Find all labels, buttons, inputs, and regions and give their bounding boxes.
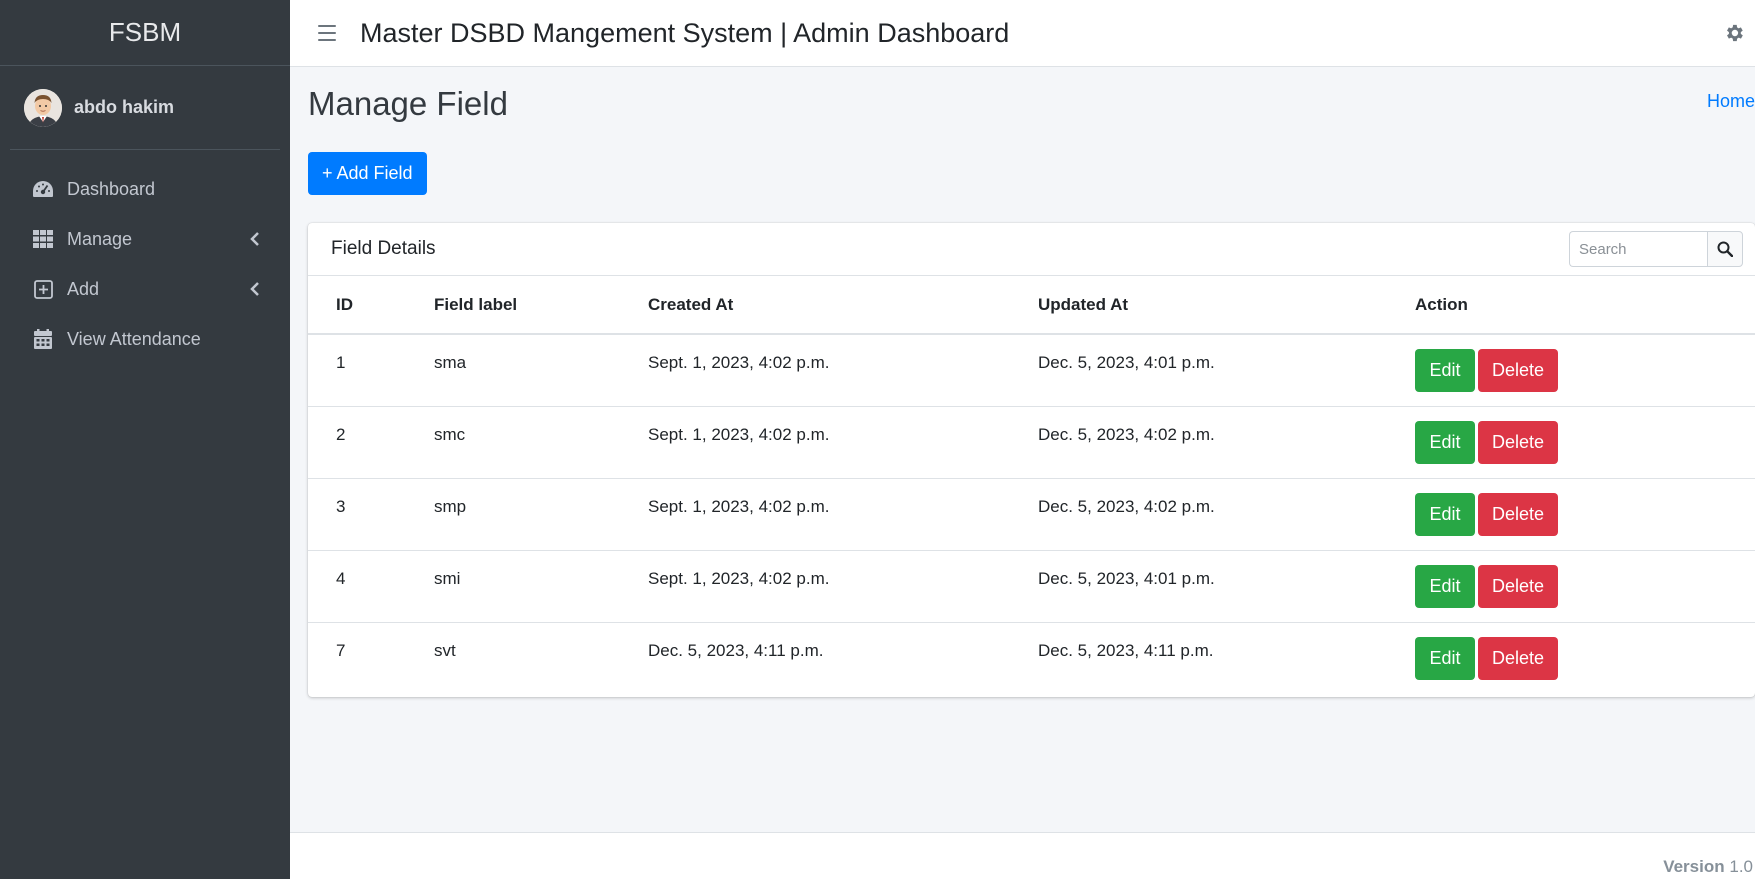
chevron-left-icon [248, 232, 262, 246]
cell-created-at: Sept. 1, 2023, 4:02 p.m. [648, 569, 830, 588]
edit-button[interactable]: Edit [1415, 348, 1475, 392]
sidebar-item-label: Dashboard [67, 178, 156, 199]
breadcrumb-home-link[interactable]: Home [1707, 91, 1755, 112]
main-content: Manage Field Home + Add Field Field Deta… [290, 67, 1755, 832]
column-header-created-at[interactable]: Created At [648, 276, 1038, 335]
cell-updated-at: Dec. 5, 2023, 4:01 p.m. [1038, 569, 1215, 588]
search-input[interactable] [1569, 231, 1707, 267]
delete-button[interactable]: Delete [1478, 348, 1558, 392]
table-row: 2 smc Sept. 1, 2023, 4:02 p.m. Dec. 5, 2… [308, 406, 1755, 479]
version-number: 1.0 [1729, 857, 1753, 876]
search-icon [1717, 241, 1733, 257]
delete-button[interactable]: Delete [1478, 420, 1558, 464]
sidebar-item-manage[interactable]: Manage [0, 214, 290, 264]
table-row: 7 svt Dec. 5, 2023, 4:11 p.m. Dec. 5, 20… [308, 622, 1755, 694]
card-title: Field Details [331, 238, 436, 259]
cell-id: 1 [336, 353, 346, 373]
delete-button[interactable]: Delete [1478, 564, 1558, 608]
cell-updated-at: Dec. 5, 2023, 4:11 p.m. [1038, 641, 1214, 661]
sidebar-item-label: View Attendance [67, 328, 201, 349]
column-header-updated-at[interactable]: Updated At [1038, 276, 1415, 335]
table-header-row: ID Field label Created At Updated At Act… [308, 276, 1755, 335]
version-label: Version [1663, 857, 1725, 876]
cell-id: 7 [336, 641, 346, 661]
field-details-card: Field Details ID Field label Created At … [308, 223, 1755, 697]
card-header: Field Details [308, 223, 1755, 276]
sidebar-item-add[interactable]: Add [0, 264, 290, 314]
gear-icon[interactable] [1723, 22, 1745, 44]
cell-field-label: smc [434, 425, 466, 444]
sidebar-item-view-attendance[interactable]: View Attendance [0, 314, 290, 364]
cell-created-at: Sept. 1, 2023, 4:02 p.m. [648, 497, 830, 516]
cell-field-label: smp [434, 497, 467, 516]
delete-button[interactable]: Delete [1478, 636, 1558, 680]
cell-updated-at: Dec. 5, 2023, 4:02 p.m. [1038, 497, 1215, 516]
user-panel: abdo hakim [10, 66, 280, 150]
edit-button[interactable]: Edit [1415, 492, 1475, 536]
plus-square-icon [32, 278, 54, 300]
user-name[interactable]: abdo hakim [74, 97, 174, 118]
cell-created-at: Dec. 5, 2023, 4:11 p.m. [648, 641, 824, 661]
calendar-icon [32, 328, 54, 350]
avatar[interactable] [24, 88, 62, 127]
search-group [1569, 231, 1743, 267]
delete-button[interactable]: Delete [1478, 492, 1558, 536]
footer: Version 1.0 [290, 832, 1755, 879]
cell-created-at: Sept. 1, 2023, 4:02 p.m. [648, 353, 830, 373]
sidebar: FSBM abdo hakim Dashboard Manage Add Vie… [0, 0, 290, 879]
brand-logo[interactable]: FSBM [0, 0, 290, 66]
version-info: Version 1.0 [1663, 857, 1753, 877]
cell-field-label: smi [434, 569, 461, 588]
menu-toggle-icon[interactable] [318, 25, 336, 41]
cell-updated-at: Dec. 5, 2023, 4:02 p.m. [1038, 425, 1215, 444]
table-row: 3 smp Sept. 1, 2023, 4:02 p.m. Dec. 5, 2… [308, 478, 1755, 551]
add-field-button[interactable]: + Add Field [308, 152, 427, 195]
edit-button[interactable]: Edit [1415, 636, 1475, 680]
chevron-left-icon [248, 282, 262, 296]
cell-field-label: svt [434, 641, 456, 661]
grid-icon [32, 228, 54, 250]
cell-field-label: sma [434, 353, 467, 373]
table-row: 1 sma Sept. 1, 2023, 4:02 p.m. Dec. 5, 2… [308, 334, 1755, 407]
table-row: 4 smi Sept. 1, 2023, 4:02 p.m. Dec. 5, 2… [308, 550, 1755, 623]
column-header-field-label[interactable]: Field label [434, 276, 648, 335]
sidebar-item-dashboard[interactable]: Dashboard [0, 164, 290, 214]
page-title: Manage Field [308, 85, 508, 122]
column-header-action: Action [1415, 276, 1755, 335]
dashboard-icon [32, 178, 54, 200]
sidebar-item-label: Add [67, 278, 100, 299]
cell-id: 2 [336, 425, 346, 444]
cell-id: 4 [336, 569, 346, 588]
cell-id: 3 [336, 497, 346, 516]
search-button[interactable] [1707, 231, 1743, 267]
fields-table: ID Field label Created At Updated At Act… [308, 276, 1755, 694]
column-header-id[interactable]: ID [308, 276, 434, 335]
top-navbar: Master DSBD Mangement System | Admin Das… [290, 0, 1755, 67]
cell-created-at: Sept. 1, 2023, 4:02 p.m. [648, 425, 830, 444]
app-title: Master DSBD Mangement System | Admin Das… [360, 17, 1010, 48]
edit-button[interactable]: Edit [1415, 564, 1475, 608]
sidebar-nav: Dashboard Manage Add View Attendance [0, 150, 290, 364]
sidebar-item-label: Manage [67, 228, 133, 249]
edit-button[interactable]: Edit [1415, 420, 1475, 464]
cell-updated-at: Dec. 5, 2023, 4:01 p.m. [1038, 353, 1215, 373]
